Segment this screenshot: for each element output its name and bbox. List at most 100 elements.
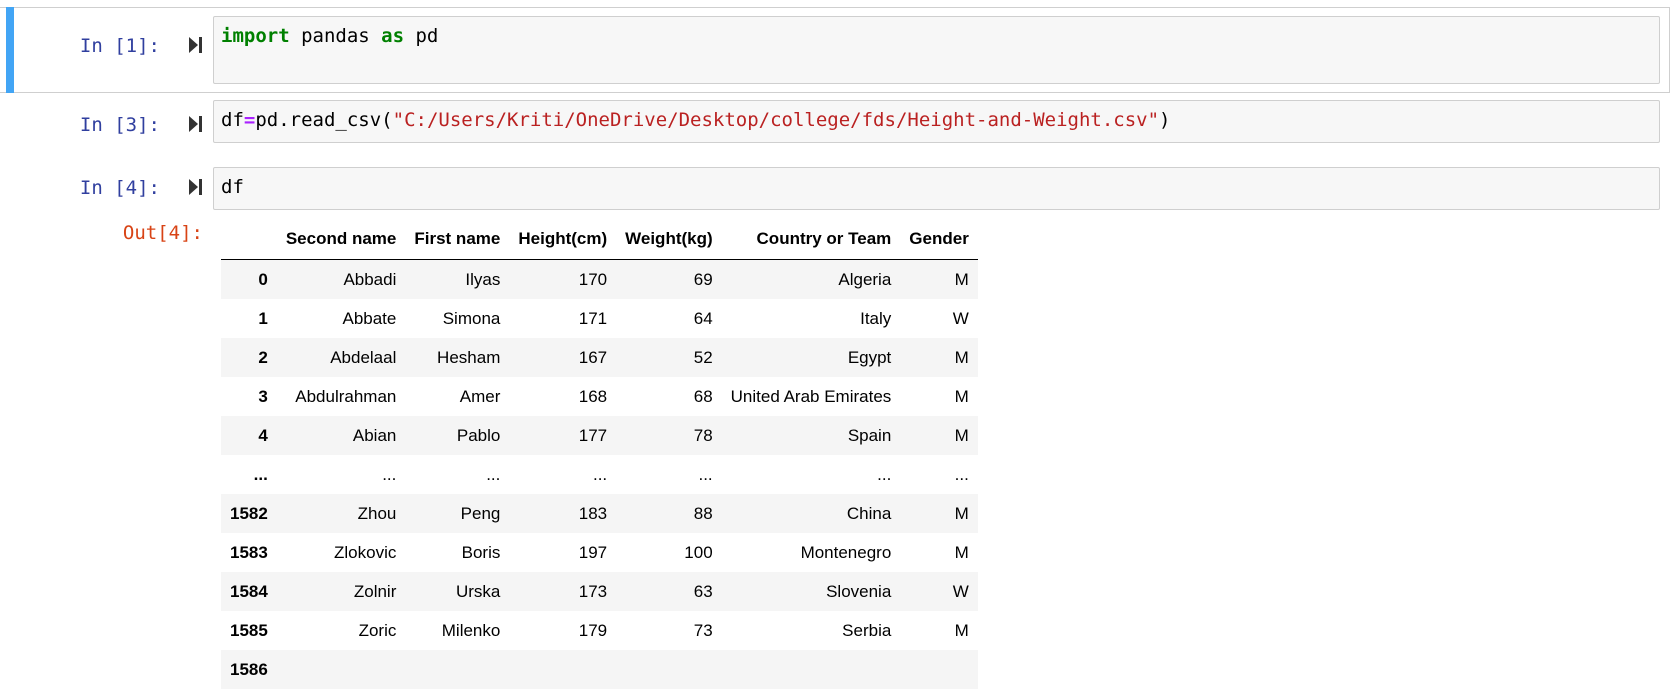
row-index: ... [221, 455, 277, 494]
table-cell: ... [509, 455, 616, 494]
table-cell: 197 [509, 533, 616, 572]
table-cell: W [900, 299, 978, 338]
code-token: df [221, 109, 244, 131]
table-cell: Abdulrahman [277, 377, 406, 416]
code-input[interactable]: df [213, 167, 1660, 210]
table-cell: Zlokovic [277, 533, 406, 572]
column-header: Height(cm) [509, 219, 616, 260]
table-cell: Slovenia [722, 572, 901, 611]
table-cell: 168 [509, 377, 616, 416]
row-index: 1 [221, 299, 277, 338]
table-row: 1585ZoricMilenko17973SerbiaM [221, 611, 978, 650]
table-cell: Zolnir [277, 572, 406, 611]
table-cell: Abian [277, 416, 406, 455]
table-row: 1582ZhouPeng18388ChinaM [221, 494, 978, 533]
table-cell: 167 [509, 338, 616, 377]
table-cell: M [900, 611, 978, 650]
code-token: as [381, 25, 404, 47]
table-cell: ... [277, 455, 406, 494]
table-cell: Italy [722, 299, 901, 338]
table-cell: Amer [405, 377, 509, 416]
table-cell: Pablo [405, 416, 509, 455]
table-cell: Abbate [277, 299, 406, 338]
row-index: 4 [221, 416, 277, 455]
table-cell: 78 [616, 416, 722, 455]
table-cell: 69 [616, 260, 722, 300]
column-header: Weight(kg) [616, 219, 722, 260]
code-cell-1[interactable]: In [1]: import pandas as pd [0, 7, 1670, 93]
table-cell: M [900, 494, 978, 533]
row-index: 1585 [221, 611, 277, 650]
row-index: 1583 [221, 533, 277, 572]
table-cell: ... [900, 455, 978, 494]
table-cell: M [900, 377, 978, 416]
row-index: 3 [221, 377, 277, 416]
table-cell: Egypt [722, 338, 901, 377]
table-cell: Simona [405, 299, 509, 338]
code-tokens: df=pd.read_csv("C:/Users/Kriti/OneDrive/… [221, 109, 1171, 131]
code-token: pd.read_csv( [255, 109, 392, 131]
code-token: df [221, 176, 244, 198]
table-cell: China [722, 494, 901, 533]
code-cell-2[interactable]: In [3]: df=pd.read_csv("C:/Users/Kriti/O… [0, 93, 1670, 153]
table-cell: M [900, 416, 978, 455]
table-cell: 177 [509, 416, 616, 455]
table-cell: Algeria [722, 260, 901, 300]
table-cell: 52 [616, 338, 722, 377]
row-index: 0 [221, 260, 277, 300]
table-cell: 170 [509, 260, 616, 300]
table-cell: Ilyas [405, 260, 509, 300]
run-cell-icon[interactable] [187, 36, 203, 54]
table-cell: 64 [616, 299, 722, 338]
table-cell: Hesham [405, 338, 509, 377]
code-token: import [221, 25, 290, 47]
table-cell: ... [722, 455, 901, 494]
column-header: Second name [277, 219, 406, 260]
table-cell: Milenko [405, 611, 509, 650]
table-cell: 171 [509, 299, 616, 338]
code-token: pandas [290, 25, 382, 47]
code-input[interactable]: df=pd.read_csv("C:/Users/Kriti/OneDrive/… [213, 100, 1660, 143]
table-cell: Boris [405, 533, 509, 572]
table-cell: 73 [616, 611, 722, 650]
table-cell: W [900, 572, 978, 611]
table-cell: 100 [616, 533, 722, 572]
run-cell-icon[interactable] [187, 115, 203, 133]
run-cell-icon[interactable] [187, 178, 203, 196]
input-prompt: In [3]: [60, 114, 160, 136]
table-row: 1584ZolnirUrska17363SloveniaW [221, 572, 978, 611]
table-cell: M [900, 260, 978, 300]
column-header: First name [405, 219, 509, 260]
table-cell: Peng [405, 494, 509, 533]
table-cell: 63 [616, 572, 722, 611]
table-body: 0AbbadiIlyas17069AlgeriaM1AbbateSimona17… [221, 260, 978, 689]
table-cell: M [900, 533, 978, 572]
table-row: 4AbianPablo17778SpainM [221, 416, 978, 455]
column-header: Gender [900, 219, 978, 260]
table-row: 1583ZlokovicBoris197100MontenegroM [221, 533, 978, 572]
code-input[interactable]: import pandas as pd [213, 16, 1660, 84]
table-cell: Urska [405, 572, 509, 611]
table-cell: Zhou [277, 494, 406, 533]
table-row: 3AbdulrahmanAmer16868United Arab Emirate… [221, 377, 978, 416]
output-prompt: Out[4]: [60, 222, 203, 244]
code-token: "C:/Users/Kriti/OneDrive/Desktop/college… [393, 109, 1159, 131]
row-index: 1582 [221, 494, 277, 533]
code-tokens: import pandas as pd [221, 25, 438, 47]
table-cell: Montenegro [722, 533, 901, 572]
table-row: ..................... [221, 455, 978, 494]
code-tokens: df [221, 176, 244, 198]
column-header: Country or Team [722, 219, 901, 260]
table-cell: 179 [509, 611, 616, 650]
table-header-row: Second nameFirst nameHeight(cm)Weight(kg… [221, 219, 978, 260]
table-row: 0AbbadiIlyas17069AlgeriaM [221, 260, 978, 300]
input-prompt: In [1]: [60, 35, 160, 57]
table-cell: 173 [509, 572, 616, 611]
table-cell: Spain [722, 416, 901, 455]
table-cell: 183 [509, 494, 616, 533]
table-cell: ... [616, 455, 722, 494]
code-token: ) [1159, 109, 1170, 131]
code-token: pd [404, 25, 438, 47]
row-index: 1584 [221, 572, 277, 611]
input-prompt: In [4]: [60, 177, 160, 199]
